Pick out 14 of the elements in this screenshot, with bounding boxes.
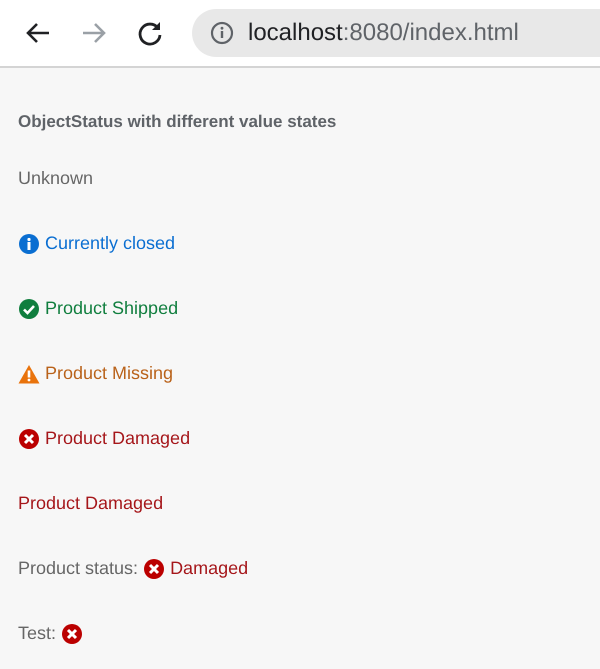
section-title: ObjectStatus with different value states: [18, 112, 338, 132]
status-text: Product Damaged: [45, 428, 190, 449]
url-path: :8080/index.html: [342, 19, 519, 47]
url-host: localhost: [248, 19, 343, 47]
info-icon[interactable]: [210, 21, 234, 45]
status-text: Product Missing: [45, 363, 174, 384]
status-text: Unknown: [18, 168, 94, 189]
status-text: Product Shipped: [45, 298, 178, 319]
status-text: Damaged: [170, 558, 248, 579]
address-bar[interactable]: localhost:8080/index.html: [192, 9, 600, 57]
status-text: Currently closed: [45, 233, 176, 254]
status-text: Product Damaged: [18, 493, 164, 514]
status-label: Product status:: [18, 558, 138, 579]
status-label: Test:: [18, 623, 56, 644]
